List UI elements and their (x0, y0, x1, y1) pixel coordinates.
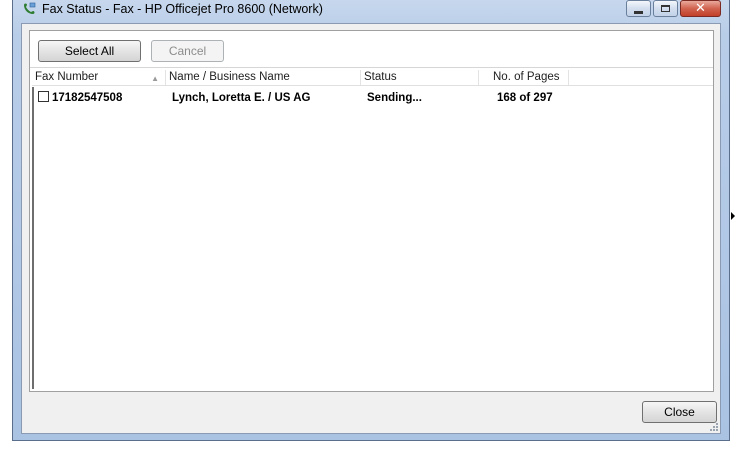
table-row[interactable]: 17182547508 Lynch, Loretta E. / US AG Se… (34, 89, 713, 107)
panel-toolbar: Select All Cancel (30, 31, 713, 68)
minimize-button[interactable] (626, 0, 651, 17)
column-header-name[interactable]: Name / Business Name (166, 70, 361, 85)
status-cell: Sending... (367, 92, 422, 104)
column-header-fax-number[interactable]: Fax Number ▲ (32, 70, 166, 85)
sort-ascending-icon: ▲ (151, 74, 159, 83)
window-title: Fax Status - Fax - HP Officejet Pro 8600… (42, 2, 323, 16)
close-button[interactable]: Close (642, 401, 717, 423)
column-header-label: No. of Pages (493, 71, 560, 83)
close-icon: ✕ (695, 0, 706, 16)
list-header: Fax Number ▲ Name / Business Name Status… (32, 69, 713, 86)
column-header-label: Status (364, 71, 397, 83)
column-header-pages[interactable]: No. of Pages (479, 70, 569, 85)
select-all-button[interactable]: Select All (38, 40, 141, 62)
fax-status-window: Fax Status - Fax - HP Officejet Pro 8600… (12, 0, 730, 441)
column-header-label: Name / Business Name (169, 71, 290, 83)
title-bar[interactable]: Fax Status - Fax - HP Officejet Pro 8600… (13, 0, 729, 23)
fax-phone-icon (24, 2, 36, 14)
maximize-icon (661, 5, 670, 12)
mouse-cursor-icon (731, 212, 735, 220)
column-header-label: Fax Number (35, 71, 99, 83)
close-window-button[interactable]: ✕ (680, 0, 721, 17)
fax-list-panel: Select All Cancel Fax Number ▲ Name / Bu… (29, 30, 714, 392)
row-checkbox[interactable] (38, 91, 49, 102)
cancel-button[interactable]: Cancel (151, 40, 224, 62)
name-cell: Lynch, Loretta E. / US AG (172, 92, 311, 104)
column-header-status[interactable]: Status (361, 70, 479, 85)
fax-number-cell: 17182547508 (52, 92, 123, 104)
minimize-icon (634, 10, 643, 14)
resize-grip-icon[interactable] (709, 422, 719, 432)
maximize-button[interactable] (653, 0, 678, 17)
pages-cell: 168 of 297 (497, 92, 553, 104)
fax-list: 17182547508 Lynch, Loretta E. / US AG Se… (32, 87, 713, 389)
caption-buttons: ✕ (626, 0, 721, 18)
client-area: Select All Cancel Fax Number ▲ Name / Bu… (21, 23, 721, 434)
